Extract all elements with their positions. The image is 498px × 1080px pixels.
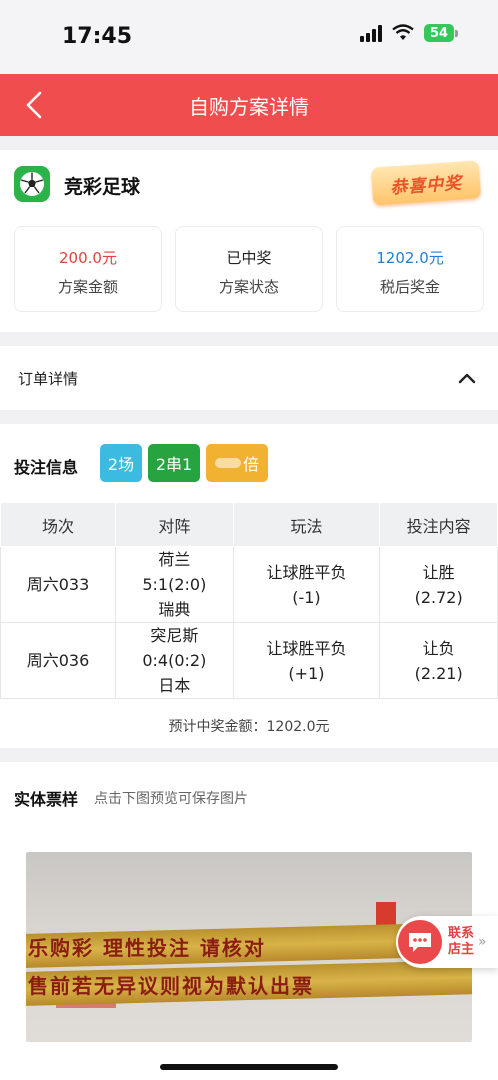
pick-name: 让负 [422, 638, 455, 658]
signal-icon [360, 24, 382, 42]
status-bar: 17:45 54 [0, 0, 498, 74]
combo-tag: 2串1 [148, 444, 200, 482]
bet-table-header: 场次 对阵 玩法 投注内容 [0, 502, 498, 547]
chevron-up-icon[interactable] [458, 372, 476, 384]
pick-odds: (2.72) [414, 587, 463, 607]
col-pick: 投注内容 [379, 502, 498, 547]
win-badge-label: 恭喜中奖 [389, 173, 463, 198]
ticket-photo-line1: 乐购彩 理性投注 请核对 [28, 936, 266, 960]
away-team: 日本 [158, 676, 191, 695]
stat-amount-value: 200.0元 [59, 249, 117, 267]
ticket-title: 实体票样 [14, 790, 79, 809]
chat-icon [398, 920, 442, 964]
status-time: 17:45 [62, 24, 133, 49]
back-icon[interactable] [22, 90, 46, 120]
bet-pick: 让胜 (2.72) [379, 546, 498, 623]
win-badge: 恭喜中奖 [370, 160, 482, 206]
col-fixture: 对阵 [115, 502, 234, 547]
contact-label-line2: 店主 [448, 942, 475, 957]
match-no: 周六033 [0, 546, 117, 623]
col-match-no: 场次 [0, 502, 117, 547]
double-chevron-icon: » [478, 934, 487, 950]
play-name: 让球胜平负 [266, 638, 347, 658]
stat-status-value: 已中奖 [226, 249, 272, 267]
lottery-name: 竞彩足球 [64, 176, 141, 198]
score: 5:1(2:0) [142, 575, 207, 594]
estimated-prize: 预计中奖金额：1202.0元 [168, 719, 330, 735]
nav-header: 自购方案详情 [0, 74, 498, 136]
fixture: 突尼斯 0:4(0:2) 日本 [115, 622, 234, 699]
stat-prize: 1202.0元 税后奖金 [336, 226, 484, 312]
table-row: 周六033 荷兰 5:1(2:0) 瑞典 让球胜平负 (-1) 让胜 (2.72… [0, 546, 498, 623]
wifi-icon [392, 24, 414, 40]
match-no: 周六036 [0, 622, 117, 699]
play-type: 让球胜平负 (-1) [232, 546, 381, 623]
match-count-tag: 2场 [100, 444, 142, 482]
handicap: (-1) [292, 587, 321, 607]
multiplier-label: 倍 [242, 455, 259, 474]
order-details-label: 订单详情 [18, 369, 79, 388]
ticket-photo-line2: 售前若无异议则视为默认出票 [28, 974, 314, 998]
status-icons: 54 [360, 24, 458, 42]
pick-name: 让胜 [422, 562, 455, 582]
bet-pick: 让负 (2.21) [379, 622, 498, 699]
stat-amount-label: 方案金额 [57, 278, 118, 296]
bet-table: 场次 对阵 玩法 投注内容 周六033 荷兰 5:1(2:0) 瑞典 让球胜平负… [0, 502, 498, 699]
home-indicator [160, 1064, 338, 1070]
page-title: 自购方案详情 [189, 94, 309, 119]
blurred-multiplier [214, 458, 241, 468]
order-details-toggle[interactable]: 订单详情 [0, 346, 498, 410]
stat-status: 已中奖 方案状态 [175, 226, 323, 312]
bet-info-section: 投注信息 2场 2串1 倍 场次 对阵 玩法 投注内容 周六033 荷兰 5:1… [0, 424, 498, 748]
ticket-hint: 点击下图预览可保存图片 [94, 791, 248, 807]
contact-label-line1: 联系 [448, 926, 475, 941]
stat-amount: 200.0元 方案金额 [14, 226, 162, 312]
score: 0:4(0:2) [142, 651, 207, 670]
table-row: 周六036 突尼斯 0:4(0:2) 日本 让球胜平负 (+1) 让负 (2.2… [0, 622, 498, 699]
play-name: 让球胜平负 [266, 562, 347, 582]
home-team: 突尼斯 [150, 626, 199, 645]
handicap: (+1) [288, 663, 325, 683]
contact-label: 联系 店主 [448, 926, 474, 958]
stat-prize-label: 税后奖金 [379, 278, 440, 296]
stat-prize-value: 1202.0元 [376, 249, 444, 267]
bet-info-title: 投注信息 [14, 458, 79, 477]
stat-status-label: 方案状态 [218, 278, 279, 296]
home-team: 荷兰 [158, 550, 191, 569]
col-play: 玩法 [232, 502, 381, 547]
pick-odds: (2.21) [414, 663, 463, 683]
play-type: 让球胜平负 (+1) [232, 622, 381, 699]
battery-icon: 54 [424, 24, 458, 42]
fixture: 荷兰 5:1(2:0) 瑞典 [115, 546, 234, 623]
plan-summary-card: 竞彩足球 恭喜中奖 200.0元 方案金额 已中奖 方案状态 1202.0元 税… [0, 150, 498, 332]
away-team: 瑞典 [158, 600, 191, 619]
battery-level: 54 [424, 24, 454, 42]
multiplier-tag: 倍 [206, 444, 268, 482]
contact-shop-button[interactable]: 联系 店主 » [396, 916, 498, 968]
soccer-ball-icon [14, 166, 50, 202]
